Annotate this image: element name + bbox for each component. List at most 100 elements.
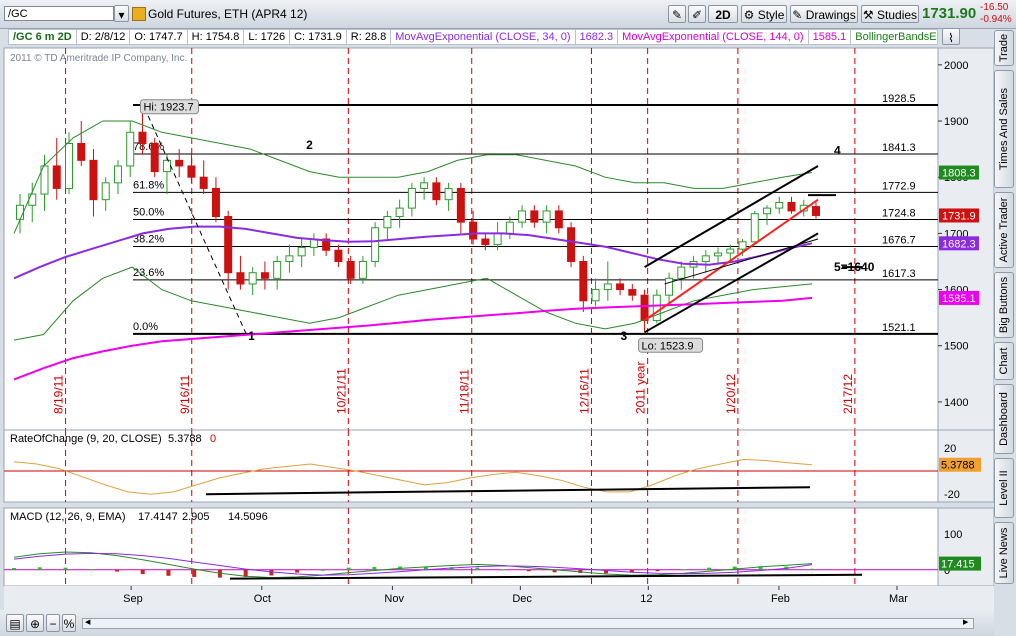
style-label: Style [757,8,785,22]
symbol-dropdown-button[interactable]: ▾ [114,5,129,22]
macd-histogram-bar [526,569,531,572]
down-candle [616,283,625,291]
time-axis: Sep Oct Nov Dec 12 Feb Mar [4,586,994,610]
macd-histogram-bar [810,568,814,570]
macd-tick-label: 100 [944,529,962,541]
up-candle [101,182,110,201]
down-candle [432,182,441,201]
down-candle [260,272,269,279]
up-candle [444,187,453,201]
fib-value-label: 1617.3 [882,268,916,280]
chart-settings-button[interactable]: ⌇ [942,28,960,45]
fib-value-label: 1841.3 [882,142,916,154]
down-candle [812,206,820,216]
instrument-name: Gold Futures, ETH (APR4 12) [148,7,308,21]
low-label: Lo: 1523.9 [642,340,694,352]
date-marker-label: 2011 year [634,362,648,414]
wrench-icon: ✎ [671,8,683,22]
up-candle [162,159,171,173]
aggregation-period-button[interactable]: 2D [708,5,738,23]
up-candle [775,201,784,209]
drawings-button[interactable]: ✎ Drawings [790,5,858,23]
side-tab-level-ii[interactable]: Level II [994,458,1014,518]
drawing-icon: ✎ [792,8,803,22]
down-candle [469,221,478,240]
bollinger-study-label[interactable]: BollingerBandsEMA (... [851,30,937,44]
up-candle [493,232,502,246]
drawing-tool-button[interactable]: ✐ [688,5,706,23]
side-tab-times-and-sales[interactable]: Times And Sales [994,70,1014,188]
time-tick-label: Sep [123,593,143,605]
horizontal-scrollbar[interactable]: ◀ ▶ [82,618,974,629]
side-tab-dashboard[interactable]: Dashboard [994,384,1014,454]
fib-percent-label: 61.8% [133,179,164,191]
up-candle [701,255,710,262]
up-candle [371,227,380,262]
date-marker-label: 10/21/11 [334,368,348,414]
wave-label: 1 [248,329,255,343]
style-button[interactable]: ⚙ Style [741,5,787,23]
side-tab-active-trader[interactable]: Active Trader [994,192,1014,268]
macd-title: MACD (12, 26, 9, EMA) [10,511,126,523]
scroll-left-icon[interactable]: ◀ [85,619,93,626]
up-candle [750,213,759,243]
fib-value-label: 1724.8 [882,207,916,219]
side-tab-label: Level II [998,470,1010,506]
macd-histogram-bar [295,569,300,573]
price-tick-label: 1400 [944,397,968,409]
bar-open: O: 1747.7 [130,30,188,44]
studies-button[interactable]: ⚒ Studies [861,5,919,23]
zoom-in-button[interactable]: ⊕ [26,614,44,632]
time-tick-label: Mar [889,593,908,605]
up-candle [677,266,686,279]
up-candle [726,248,735,254]
scroll-right-icon[interactable]: ▶ [963,619,971,626]
ema34-study-label[interactable]: MovAvgExponential (CLOSE, 34, 0) [391,30,576,44]
price-axis-marker-label: 1585.1 [942,293,976,305]
minus-icon: − [49,617,57,631]
macd-histogram-bar [37,567,42,570]
ema34-value: 1682.3 [576,30,619,44]
fib-value-label: 1676.7 [882,234,916,246]
down-candle [530,210,539,223]
expand-panel-button[interactable]: ▤ [6,614,24,632]
up-candle [248,272,257,285]
down-candle [554,210,563,229]
high-label: Hi: 1923.7 [143,102,193,114]
zoom-in-icon: ⊕ [29,617,41,631]
roc-panel: RateOfChange (9, 20, CLOSE) 5.3788 0 20 -20 5… [3,429,994,503]
macd-value: 17.4147 [138,511,178,523]
macd-histogram-bar [192,569,197,577]
roc-axis-marker-label: 5.3788 [941,460,975,472]
roc-value: 5.3788 [168,433,202,445]
bar-date: D: 2/8/12 [77,30,131,44]
wave-label: 3 [621,329,628,343]
macd-histogram-bar [346,567,351,570]
roc-zero-value: 0 [210,433,216,445]
down-candle [334,249,343,262]
macd-histogram-bar [63,567,68,570]
down-candle [138,131,147,145]
symbol-input[interactable]: /GC [4,6,114,21]
macd-histogram-bar [475,567,480,570]
percent-change: -0.94% [980,14,1012,25]
zoom-out-button[interactable]: − [46,614,60,632]
macd-histogram-bar [166,569,171,576]
date-marker-label: 1/20/12 [724,374,738,414]
ema144-study-label[interactable]: MovAvgExponential (CLOSE, 144, 0) [618,30,809,44]
side-tab-big-buttons[interactable]: Big Buttons [994,272,1014,338]
fit-studies-button[interactable]: % [62,614,76,632]
down-candle [567,227,576,262]
side-tab-live-news[interactable]: Live News [994,522,1014,584]
fib-value-label: 1772.9 [882,180,916,192]
macd-histogram-bar [140,569,145,575]
pencil-icon: ✐ [691,8,703,22]
side-tab-trade[interactable]: Trade [994,30,1014,66]
up-candle [420,182,429,189]
wave-label: 5=1640 [834,260,875,274]
bottom-toolbar: ▤ ⊕ − % ◀ ▶ [0,610,994,636]
side-tab-chart[interactable]: Chart [994,342,1014,380]
down-candle [224,216,233,274]
down-candle [787,201,796,212]
tools-button[interactable]: ✎ [668,5,686,23]
